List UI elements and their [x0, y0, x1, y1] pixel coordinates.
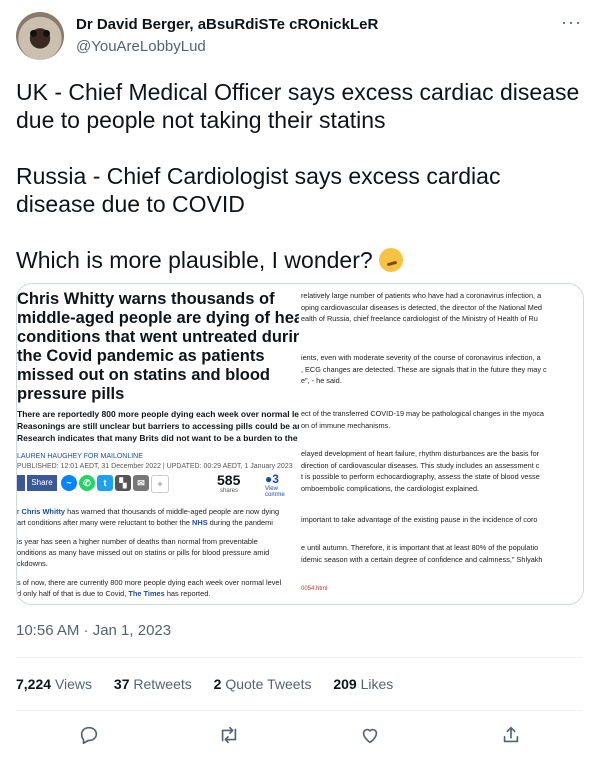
- article-url: 0054.html: [301, 586, 328, 592]
- tweet-media-image[interactable]: Chris Whitty warns thousands of middle-a…: [16, 283, 584, 605]
- right-paragraph: elayed development of heart failure, rhy…: [301, 448, 540, 494]
- tweet-paragraph: UK - Chief Medical Officer says excess c…: [16, 79, 580, 133]
- article-screenshot-left: Chris Whitty warns thousands of middle-a…: [17, 284, 299, 604]
- headline-line: Chris Whitty warns thousands of: [17, 290, 275, 308]
- more-share-icon: +: [151, 475, 169, 493]
- article-byline: LAUREN HAUGHEY FOR MAILONLINE PUBLISHED:…: [17, 452, 293, 472]
- avatar-eye: [30, 30, 37, 37]
- headline-line: middle-aged people are dying of hear: [17, 309, 299, 327]
- divider: [16, 657, 582, 658]
- comments-number: 3: [272, 472, 279, 486]
- right-paragraph: important to take advantage of the exist…: [301, 514, 538, 526]
- right-line: , ECG changes are detected. These are si…: [301, 364, 547, 374]
- headline-line: conditions that went untreated during: [17, 328, 299, 346]
- tweet-timestamp[interactable]: 10:56 AM · Jan 1, 2023: [16, 622, 171, 639]
- share-label: Share: [27, 475, 57, 491]
- retweets-count: 37: [113, 676, 130, 692]
- right-paragraph: ients, even with moderate severity of th…: [301, 352, 547, 387]
- right-line: t is possible to perform echocardiograph…: [301, 472, 540, 481]
- right-line: important to take advantage of the exist…: [301, 515, 538, 524]
- reply-icon[interactable]: [78, 724, 100, 746]
- heart-icon[interactable]: [359, 724, 381, 746]
- article-body: r Chris Whitty has warned that thousands…: [17, 506, 281, 599]
- tweet-text: UK - Chief Medical Officer says excess c…: [16, 78, 582, 302]
- shares-label: shares: [220, 488, 239, 494]
- byline-author: LAUREN HAUGHEY FOR MAILONLINE: [17, 453, 143, 460]
- messenger-icon: ~: [61, 475, 77, 491]
- tweet-stats: 7,224 Views 37 Retweets 2 Quote Tweets 2…: [16, 676, 411, 692]
- views-label: Views: [54, 676, 93, 692]
- more-options-icon[interactable]: ···: [561, 12, 582, 33]
- headline-line: the Covid pandemic as patients: [17, 347, 265, 365]
- quotes-stat[interactable]: 2 Quote Tweets: [214, 676, 312, 692]
- retweet-icon[interactable]: [218, 724, 240, 746]
- right-line: ect of the transferred COVID-19 may be p…: [301, 409, 544, 418]
- body-line: d only half of that is due to Covid, The…: [17, 589, 211, 598]
- right-line: direction of cardiovascular diseases. Th…: [301, 460, 540, 470]
- thinking-face-icon: [379, 248, 404, 272]
- right-line: e until autumn. Therefore, it is importa…: [301, 543, 539, 552]
- share-bar: Share ~ ✆ t ▚ ✉ + 585 shares ●3 View com…: [17, 472, 299, 498]
- right-line: idemic season with a certain degree of c…: [301, 554, 543, 564]
- author-name[interactable]: Dr David Berger, aBsuRdiSTe cROnickLeR: [76, 16, 378, 33]
- tweet-paragraph: Which is more plausible, I wonder?: [16, 246, 582, 274]
- right-line: e", - he said.: [301, 376, 342, 385]
- right-line: ients, even with moderate severity of th…: [301, 353, 541, 362]
- body-line: ckdowns.: [17, 559, 48, 568]
- view-comments: View comme: [265, 486, 285, 498]
- likes-label: Likes: [360, 676, 394, 692]
- right-paragraph: e until autumn. Therefore, it is importa…: [301, 542, 543, 565]
- headline-line: pressure pills: [17, 385, 125, 403]
- share-count: 585: [217, 472, 241, 488]
- comments-count: ●3: [265, 472, 279, 486]
- author-handle[interactable]: @YouAreLobbyLud: [76, 38, 206, 55]
- right-line: elayed development of heart failure, rhy…: [301, 449, 540, 458]
- whatsapp-icon: ✆: [79, 475, 95, 491]
- facebook-icon: [17, 475, 25, 491]
- likes-count: 209: [333, 676, 357, 692]
- likes-stat[interactable]: 209 Likes: [333, 676, 393, 692]
- article-screenshot-right: relatively large number of patients who …: [301, 284, 583, 604]
- byline-dates: PUBLISHED: 12:01 AEDT, 31 December 2022 …: [17, 463, 293, 470]
- body-line: r Chris Whitty has warned that thousands…: [17, 507, 280, 516]
- quotes-label: Quote Tweets: [225, 676, 312, 692]
- email-icon: ✉: [133, 475, 149, 491]
- article-headline: Chris Whitty warns thousands of middle-a…: [17, 290, 299, 404]
- right-line: omboembolic complications, the cardiolog…: [301, 483, 480, 493]
- bullet: Research indicates that many Brits did n…: [17, 433, 299, 443]
- body-line: s of now, there are currently 800 more p…: [17, 578, 282, 587]
- avatar-eye: [43, 30, 50, 37]
- quotes-count: 2: [213, 676, 222, 692]
- bullet: Reasonings are still unclear but barrier…: [17, 421, 299, 431]
- views-stat: 7,224 Views: [16, 676, 92, 692]
- tweet-paragraph: Russia - Chief Cardiologist says excess …: [16, 163, 501, 217]
- twitter-icon: t: [97, 475, 113, 491]
- body-line: is year has seen a higher number of deat…: [17, 537, 258, 546]
- right-line: ealth of Russia, chief freelance cardiol…: [301, 314, 538, 323]
- views-count: 7,224: [16, 676, 52, 692]
- right-line: relatively large number of patients who …: [301, 291, 542, 300]
- avatar[interactable]: [16, 12, 64, 60]
- right-line: oping cardiovascular diseases is detecte…: [301, 302, 542, 312]
- body-line: art conditions after many were reluctant…: [17, 518, 273, 527]
- share-icon[interactable]: [500, 724, 522, 746]
- right-line: on of immune mechanisms.: [301, 420, 391, 430]
- body-line: onditions as many have missed out on sta…: [17, 548, 270, 557]
- action-bar: [16, 724, 582, 748]
- tweet-paragraph-text: Which is more plausible, I wonder?: [16, 247, 373, 273]
- right-paragraph: relatively large number of patients who …: [301, 290, 542, 325]
- right-paragraph: ect of the transferred COVID-19 may be p…: [301, 408, 544, 431]
- tweet-header: Dr David Berger, aBsuRdiSTe cROnickLeR @…: [16, 12, 582, 60]
- flipboard-icon: ▚: [115, 475, 131, 491]
- retweets-stat[interactable]: 37 Retweets: [114, 676, 192, 692]
- divider: [16, 710, 582, 711]
- article-bullets: There are reportedly 800 more people dyi…: [17, 408, 299, 444]
- bullet: There are reportedly 800 more people dyi…: [17, 409, 299, 419]
- headline-line: missed out on statins and blood: [17, 366, 271, 384]
- retweets-label: Retweets: [133, 676, 192, 692]
